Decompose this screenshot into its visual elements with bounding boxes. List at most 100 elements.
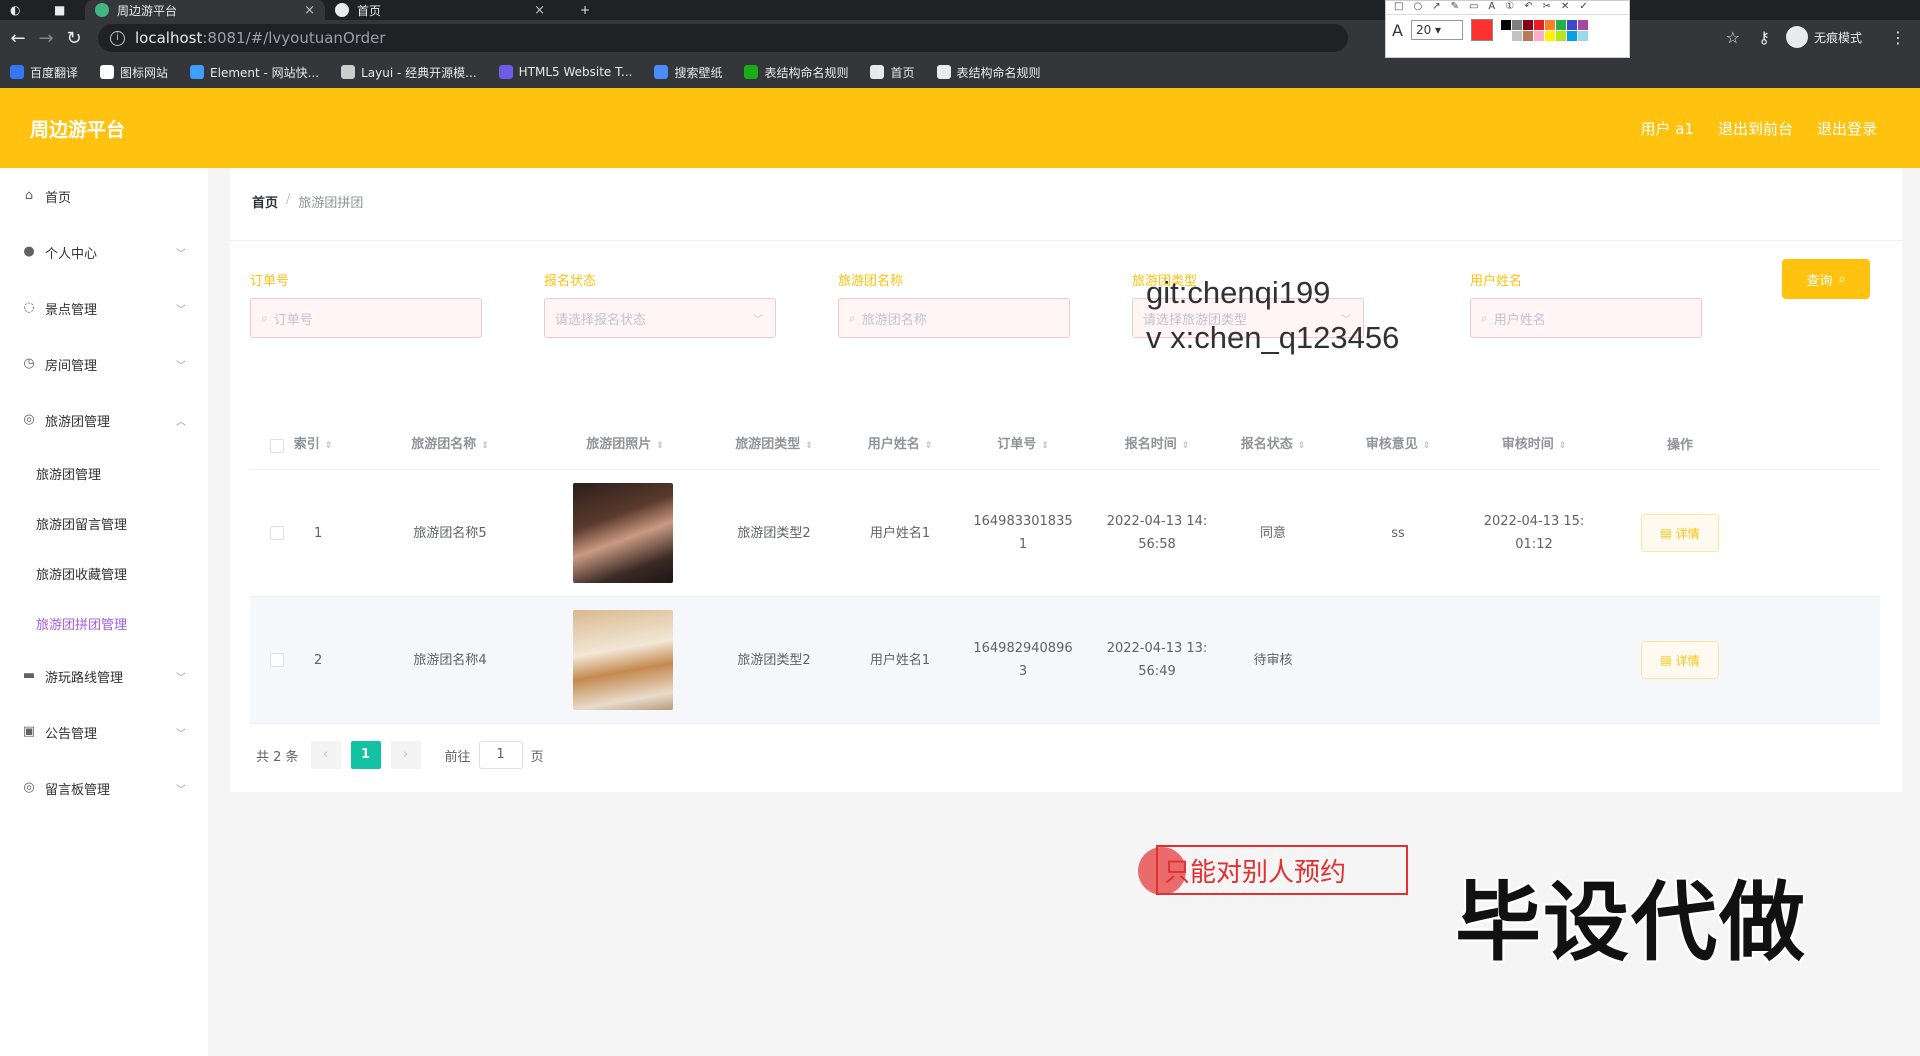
column-header[interactable]: 用户姓名 ⇕ [848,433,952,458]
sidebar-subitem[interactable]: 旅游团管理 [0,448,208,498]
color-swatch[interactable] [1500,19,1511,30]
prev-page-button[interactable]: ‹ [310,741,341,769]
confirm-icon[interactable]: ✓ [1579,1,1587,14]
filter-select[interactable]: 请选择报名状态 ﹀ [544,298,776,338]
color-swatch[interactable] [1577,30,1588,41]
color-swatch[interactable] [1577,19,1588,30]
page-1-button[interactable]: 1 [350,741,381,769]
reload-icon[interactable]: ↻ [60,28,88,49]
forward-icon[interactable]: → [32,28,60,49]
column-header[interactable]: 审核时间 ⇕ [1472,433,1596,458]
detail-button[interactable]: ▤ 详情 [1641,514,1719,552]
detail-button[interactable]: ▤ 详情 [1641,641,1719,679]
sort-icon[interactable]: ⇕ [1298,441,1306,451]
color-swatch[interactable] [1566,19,1577,30]
number-tool-icon[interactable]: ① [1505,1,1514,14]
sidebar-item[interactable]: ⌂ 首页 [0,168,208,224]
sidebar-item[interactable]: ◎ 留言板管理 ﹀ [0,760,208,816]
sort-icon[interactable]: ⇕ [1423,441,1431,451]
color-swatch[interactable] [1555,30,1566,41]
back-to-frontend-link[interactable]: 退出到前台 [1718,118,1793,139]
breadcrumb-home[interactable]: 首页 [252,192,278,211]
kebab-menu-icon[interactable]: ⋮ [1890,28,1906,47]
sidebar-subitem[interactable]: 旅游团留言管理 [0,498,208,548]
star-icon[interactable]: ☆ [1726,28,1740,47]
bookmark-item[interactable]: 表结构命名规则 [936,64,1041,81]
close-icon[interactable]: × [304,3,315,18]
color-swatch[interactable] [1555,19,1566,30]
filter-input[interactable]: ⌕ 旅游团名称 [838,298,1070,338]
close-icon[interactable]: × [534,3,545,18]
pen-tool-icon[interactable]: ✎ [1451,1,1459,14]
font-size-select[interactable]: 20 ▾ [1410,20,1463,40]
sort-icon[interactable]: ⇕ [1559,441,1567,451]
undo-icon[interactable]: ↶ [1524,1,1532,14]
close-icon[interactable]: ✕ [1561,1,1569,14]
ellipse-tool-icon[interactable]: ○ [1413,1,1422,14]
current-color-swatch[interactable] [1470,19,1493,41]
column-header[interactable]: 报名状态 ⇕ [1218,433,1328,458]
marker-tool-icon[interactable]: ▭ [1469,1,1478,14]
url-input[interactable]: i localhost :8081/#/lvyoutuanOrder [98,24,1348,52]
arrow-tool-icon[interactable]: ↗ [1432,1,1440,14]
tab-home[interactable]: 首页 × [325,0,555,20]
current-user-link[interactable]: 用户 a1 [1640,118,1694,139]
color-swatch[interactable] [1533,19,1544,30]
sidebar-item[interactable]: ◷ 房间管理 ﹀ [0,336,208,392]
filter-input[interactable]: ⌕ 用户姓名 [1470,298,1702,338]
browser-menu-icon[interactable]: ◐ [0,0,22,20]
tab-search-icon[interactable]: ■ [44,0,65,20]
bookmark-item[interactable]: HTML5 Website T... [498,65,632,79]
goto-page-input[interactable]: 1 [478,741,523,769]
color-swatch[interactable] [1544,30,1555,41]
sort-icon[interactable]: ⇕ [481,441,489,451]
bookmark-item[interactable]: 表结构命名规则 [744,64,848,81]
color-swatch[interactable] [1522,30,1533,41]
sidebar-subitem[interactable]: 旅游团收藏管理 [0,548,208,598]
cut-icon[interactable]: ✂ [1543,1,1551,14]
column-header[interactable]: 报名时间 ⇕ [1100,433,1214,458]
key-icon[interactable]: ⚷ [1758,28,1770,47]
sidebar-item[interactable]: ▬ 游玩路线管理 ﹀ [0,648,208,704]
column-header[interactable]: 旅游团照片 ⇕ [550,433,700,458]
bookmark-item[interactable]: 搜索壁纸 [654,64,722,81]
column-header[interactable]: 旅游团名称 ⇕ [388,433,512,458]
logout-link[interactable]: 退出登录 [1817,118,1877,139]
tab-zhoubianyou[interactable]: 周边游平台 × [85,0,325,20]
query-button[interactable]: 查询 ⌕ [1782,259,1870,299]
rectangle-tool-icon[interactable]: □ [1394,1,1403,14]
column-header[interactable]: 审核意见 ⇕ [1348,433,1448,458]
bookmark-item[interactable]: 首页 [870,64,915,81]
select-all-checkbox[interactable] [270,439,284,453]
color-swatch[interactable] [1511,19,1522,30]
text-tool-icon[interactable]: A [1488,1,1495,14]
sort-icon[interactable]: ⇕ [325,441,333,451]
incognito-indicator[interactable]: 无痕模式 [1785,26,1862,48]
column-header[interactable]: 旅游团类型 ⇕ [708,433,840,458]
color-swatch[interactable] [1522,19,1533,30]
sort-icon[interactable]: ⇕ [925,441,933,451]
color-swatch[interactable] [1500,30,1511,41]
color-swatch[interactable] [1544,19,1555,30]
sort-icon[interactable]: ⇕ [805,441,813,451]
sidebar-item[interactable]: ◌ 景点管理 ﹀ [0,280,208,336]
sort-icon[interactable]: ⇕ [1041,441,1049,451]
sort-icon[interactable]: ⇕ [1182,441,1190,451]
back-icon[interactable]: ← [4,28,32,49]
color-swatch[interactable] [1533,30,1544,41]
bookmark-item[interactable]: 百度翻译 [10,64,78,81]
sidebar-item[interactable]: ● 个人中心 ﹀ [0,224,208,280]
color-swatch[interactable] [1511,30,1522,41]
column-header[interactable]: 索引 ⇕ [288,433,338,458]
bookmark-item[interactable]: 图标网站 [100,64,168,81]
next-page-button[interactable]: › [390,741,421,769]
column-header[interactable]: 订单号 ⇕ [968,433,1078,458]
annotation-text-box[interactable]: 只能对别人预约 [1156,845,1408,895]
sidebar-subitem[interactable]: 旅游团拼团管理 [0,598,208,648]
bookmark-item[interactable]: Layui - 经典开源模... [341,64,477,81]
filter-input[interactable]: ⌕ 订单号 [250,298,482,338]
sidebar-item[interactable]: ▣ 公告管理 ﹀ [0,704,208,760]
new-tab-button[interactable]: + [570,0,600,20]
color-swatch[interactable] [1566,30,1577,41]
bookmark-item[interactable]: Element - 网站快... [190,64,319,81]
